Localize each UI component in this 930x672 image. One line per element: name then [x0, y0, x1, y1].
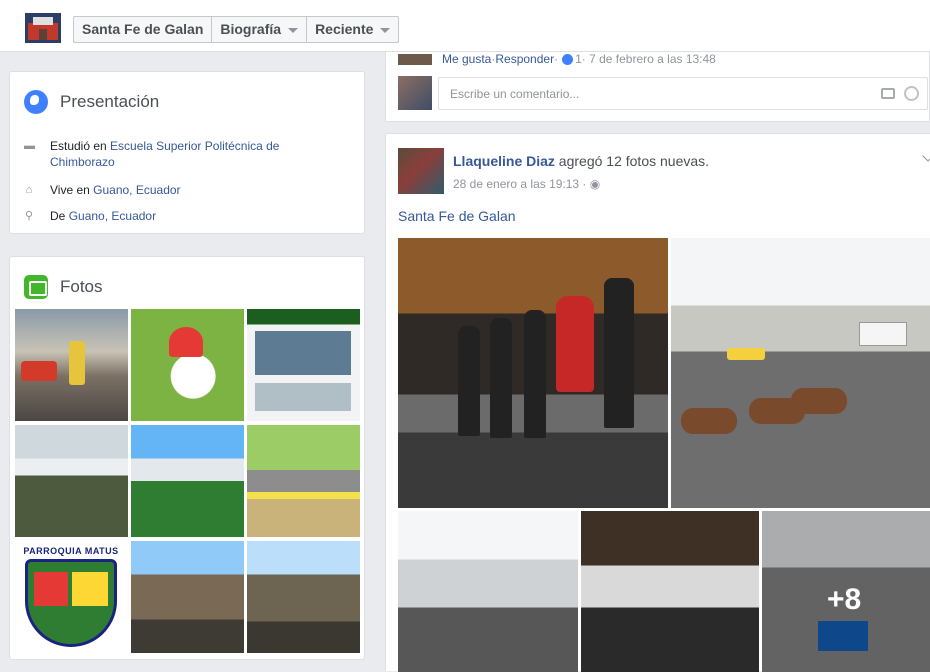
- photo-thumbnail[interactable]: [247, 425, 360, 537]
- emoji-icon[interactable]: [904, 86, 919, 101]
- breadcrumb: Santa Fe de Galan Biografía Reciente: [73, 16, 400, 43]
- photo-thumbnail[interactable]: [131, 309, 244, 421]
- like-icon: [562, 53, 574, 65]
- globe-icon: [24, 90, 48, 114]
- person-figure: [458, 326, 480, 436]
- comment-reply-link[interactable]: Responder: [495, 52, 554, 66]
- more-photos-count[interactable]: +8: [827, 583, 861, 617]
- comment-input[interactable]: Escribe un comentario...: [438, 77, 928, 110]
- photos-card: Fotos PARROQUIA MATUS: [9, 256, 365, 660]
- parroquia-shield-logo: [25, 559, 117, 647]
- from-link[interactable]: Guano, Ecuador: [69, 209, 156, 223]
- intro-row-lives: ⌂ Vive en Guano, Ecuador: [24, 182, 181, 198]
- breadcrumb-recent[interactable]: Reciente: [307, 17, 398, 42]
- author-avatar[interactable]: [398, 148, 444, 194]
- intro-row-education: ▬ Estudió en Escuela Superior Politécnic…: [24, 138, 320, 170]
- intro-card: Presentación ▬ Estudió en Escuela Superi…: [9, 71, 365, 234]
- home-icon: ⌂: [25, 184, 33, 196]
- intro-header: Presentación: [24, 90, 159, 114]
- globe-icon: ◉: [589, 177, 601, 191]
- chevron-down-icon: [380, 28, 391, 33]
- photos-icon: [24, 275, 48, 299]
- comment-meta: Me gusta · Responder · 1 · 7 de febrero …: [398, 52, 716, 66]
- post-card: Llaqueline Diaz agregó 12 fotos nuevas. …: [385, 133, 930, 672]
- meta-separator: ·: [554, 52, 559, 66]
- post-timestamp[interactable]: 28 de enero a las 19:13 · ◉: [453, 177, 600, 191]
- location-pin-icon: ⚲: [24, 210, 34, 222]
- photo-thumbnail[interactable]: [247, 541, 360, 653]
- comment-placeholder: Escribe un comentario...: [450, 87, 580, 101]
- post-action-text: agregó 12 fotos nuevas.: [554, 153, 710, 169]
- photo-thumbnail[interactable]: PARROQUIA MATUS: [15, 541, 128, 653]
- page-logo[interactable]: [25, 13, 61, 43]
- comment-section: Me gusta · Responder · 1 · 7 de febrero …: [385, 52, 930, 122]
- post-text[interactable]: Santa Fe de Galan: [398, 208, 516, 224]
- horse-figure: [791, 388, 847, 414]
- chevron-down-icon: [288, 28, 299, 33]
- intro-lives-label: Vive en: [50, 183, 94, 197]
- post-options-icon[interactable]: [922, 150, 930, 162]
- person-figure: [556, 296, 594, 392]
- person-figure: [524, 310, 546, 438]
- person-figure: [604, 278, 634, 428]
- comment-timestamp[interactable]: · 7 de febrero a las 13:48: [582, 52, 716, 66]
- car-figure: [727, 348, 765, 360]
- commenter-avatar[interactable]: [398, 53, 432, 65]
- post-photo[interactable]: [581, 511, 759, 672]
- post-photo[interactable]: [398, 511, 578, 672]
- post-photo[interactable]: [398, 238, 668, 508]
- breadcrumb-page[interactable]: Santa Fe de Galan: [74, 17, 213, 42]
- user-avatar: [398, 76, 432, 110]
- photo-thumbnail[interactable]: [131, 425, 244, 537]
- photos-title[interactable]: Fotos: [60, 277, 103, 297]
- comment-like-link[interactable]: Me gusta: [442, 52, 491, 66]
- person-figure: [490, 318, 512, 438]
- photo-thumbnail[interactable]: [131, 541, 244, 653]
- intro-title: Presentación: [60, 92, 160, 111]
- like-count[interactable]: 1: [575, 52, 582, 66]
- graduation-cap-icon: ▬: [24, 140, 35, 152]
- photo-thumbnail[interactable]: [15, 425, 128, 537]
- photo-thumbnail[interactable]: [15, 309, 128, 421]
- intro-studied-label: Estudió en: [50, 139, 111, 153]
- intro-row-from: ⚲ De Guano, Ecuador: [24, 208, 156, 224]
- photos-header: Fotos: [24, 275, 103, 299]
- post-header: Llaqueline Diaz agregó 12 fotos nuevas.: [453, 153, 709, 169]
- page-header: Santa Fe de Galan Biografía Reciente: [0, 0, 930, 52]
- camera-icon[interactable]: [881, 88, 895, 99]
- lives-link[interactable]: Guano, Ecuador: [93, 183, 180, 197]
- bus-figure: [859, 322, 907, 346]
- intro-from-label: De: [50, 209, 69, 223]
- author-name[interactable]: Llaqueline Diaz: [453, 153, 555, 169]
- post-photo[interactable]: [671, 238, 930, 508]
- logo-ribbon-text: PARROQUIA MATUS: [23, 546, 119, 556]
- timestamp-text: 28 de enero a las 19:13 ·: [453, 177, 590, 191]
- photo-grid: PARROQUIA MATUS: [15, 309, 360, 653]
- post-photo[interactable]: +8: [762, 511, 930, 672]
- horse-figure: [681, 408, 737, 434]
- breadcrumb-biography[interactable]: Biografía: [212, 17, 308, 42]
- photo-thumbnail[interactable]: [247, 309, 360, 421]
